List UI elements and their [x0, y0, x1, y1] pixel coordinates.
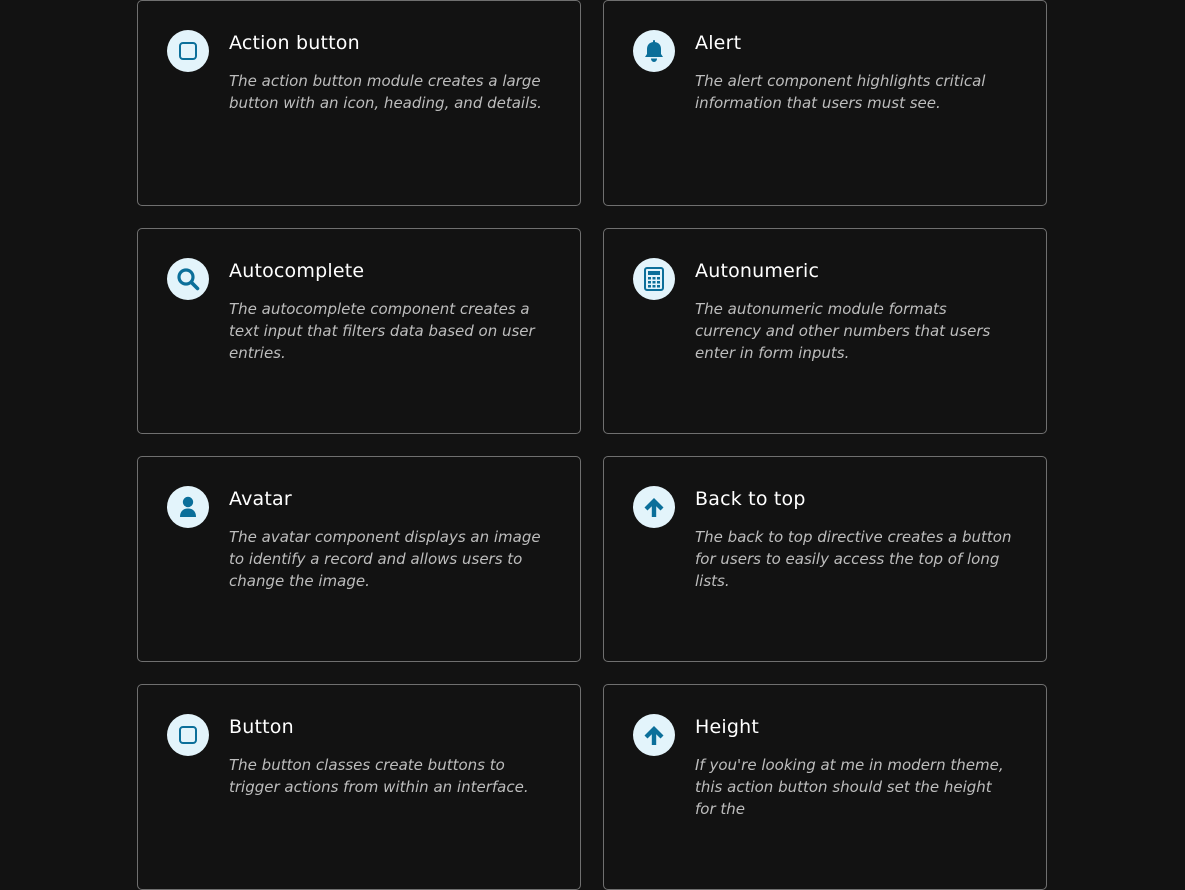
card-title: Button — [229, 716, 294, 738]
card-autonumeric[interactable]: Autonumeric The autonumeric module forma… — [603, 228, 1047, 434]
search-icon — [177, 268, 200, 291]
card-icon-wrapper — [167, 714, 209, 756]
card-title: Avatar — [229, 488, 292, 510]
card-title: Autocomplete — [229, 260, 365, 282]
card-title: Action button — [229, 32, 360, 54]
card-back-to-top[interactable]: Back to top The back to top directive cr… — [603, 456, 1047, 662]
square-icon — [179, 726, 197, 744]
card-description: The autonumeric module formats currency … — [695, 300, 991, 362]
card-autocomplete[interactable]: Autocomplete The autocomplete component … — [137, 228, 581, 434]
card-height[interactable]: Height If you're looking at me in modern… — [603, 684, 1047, 890]
card-icon-wrapper — [633, 486, 675, 528]
card-icon-wrapper — [633, 30, 675, 72]
card-icon-wrapper — [167, 258, 209, 300]
card-icon-wrapper — [167, 486, 209, 528]
card-description: The back to top directive creates a butt… — [695, 528, 1012, 590]
arrow-up-icon — [644, 498, 664, 517]
card-description: The button classes create buttons to tri… — [229, 756, 529, 796]
square-icon — [179, 42, 197, 60]
card-icon-wrapper — [633, 258, 675, 300]
card-avatar[interactable]: Avatar The avatar component displays an … — [137, 456, 581, 662]
card-description: The avatar component displays an image t… — [229, 528, 541, 590]
card-title: Back to top — [695, 488, 806, 510]
card-alert[interactable]: Alert The alert component highlights cri… — [603, 0, 1047, 206]
card-title: Alert — [695, 32, 742, 54]
card-description: If you're looking at me in modern theme,… — [695, 756, 1004, 818]
card-icon-wrapper — [167, 30, 209, 72]
arrow-up-icon — [644, 726, 664, 745]
card-button[interactable]: Button The button classes create buttons… — [137, 684, 581, 890]
card-description: The action button module creates a large… — [229, 72, 542, 112]
card-description: The alert component highlights critical … — [695, 72, 986, 112]
card-description: The autocomplete component creates a tex… — [229, 300, 535, 362]
user-icon — [180, 496, 196, 517]
card-title: Autonumeric — [695, 260, 820, 282]
card-action-button[interactable]: Action button The action button module c… — [137, 0, 581, 206]
bell-icon — [645, 39, 663, 62]
card-icon-wrapper — [633, 714, 675, 756]
calculator-icon — [644, 267, 664, 291]
card-title: Height — [695, 716, 760, 738]
